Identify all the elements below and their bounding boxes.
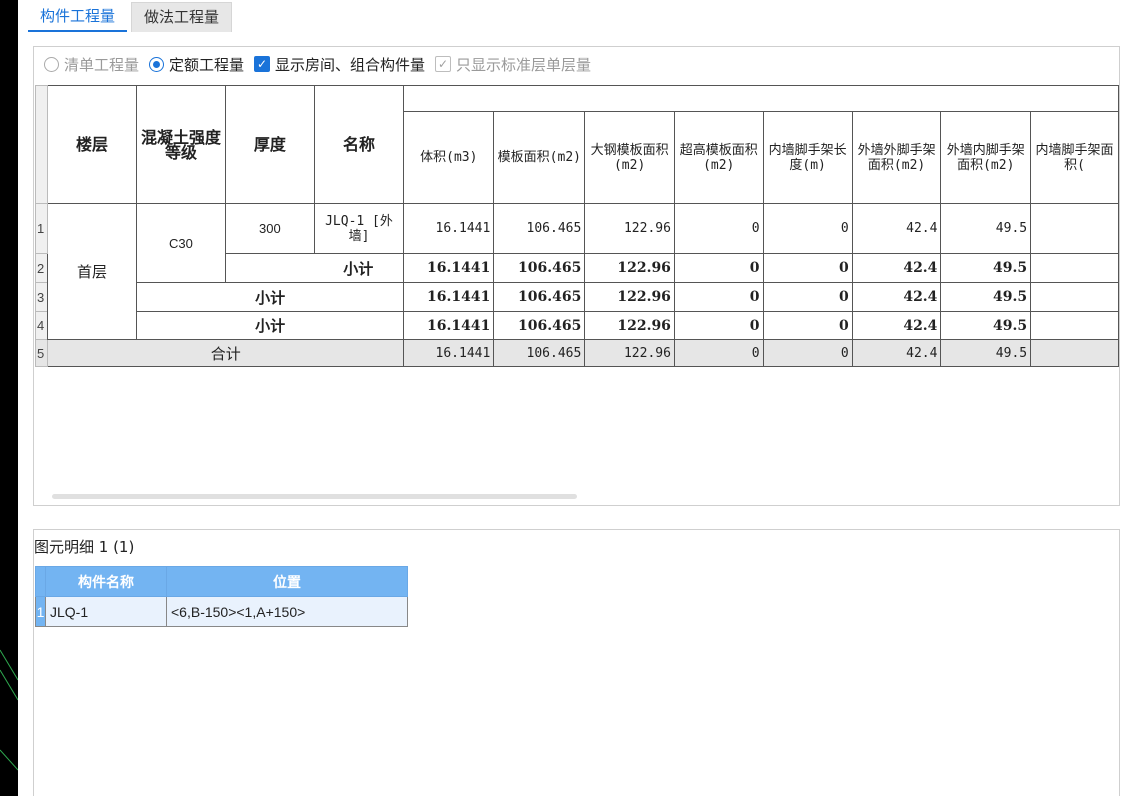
drawing-area-edge	[0, 0, 18, 796]
cell-total[interactable]: 合计	[47, 339, 405, 367]
header-formwork[interactable]: 模板面积(m2)	[493, 111, 586, 204]
header-inner-scaffold-area[interactable]: 内墙脚手架面积(	[1030, 111, 1119, 204]
horizontal-scrollbar[interactable]	[52, 494, 577, 499]
header-volume[interactable]: 体积(m3)	[403, 111, 495, 204]
table-row[interactable]: 4 小计 16.1441 106.465 122.96 0 0 42.4 49.…	[34, 311, 1119, 340]
table-row[interactable]: 1 JLQ-1 <6,B-150><1,A+150>	[35, 596, 408, 627]
cell-subtotal[interactable]: 小计	[135, 282, 405, 312]
cell-thickness[interactable]: 300	[225, 203, 315, 254]
table-row[interactable]: 3 小计 16.1441 106.465 122.96 0 0 42.4 49.…	[34, 282, 1119, 312]
header-outer-inner-scaffold[interactable]: 外墙内脚手架面积(m2)	[940, 111, 1032, 204]
header-inner-scaffold-length[interactable]: 内墙脚手架长度(m)	[762, 111, 853, 204]
header-position[interactable]: 位置	[166, 566, 408, 597]
tab-method-quantity[interactable]: 做法工程量	[131, 2, 233, 32]
header-grade[interactable]: 混凝土强度等级	[135, 85, 227, 204]
tab-bar: 构件工程量 做法工程量	[28, 2, 233, 32]
quantity-panel: 清单工程量 定额工程量 ✓ 显示房间、组合构件量 ✓ 只显示标准层单层量 楼层 …	[33, 46, 1120, 506]
element-detail-title: 图元明细 1 (1)	[34, 538, 135, 556]
cell-subtotal[interactable]: 小计	[225, 253, 405, 283]
radio-on-icon	[149, 56, 165, 72]
header-floor[interactable]: 楼层	[47, 85, 137, 204]
checkbox-standard-floor: ✓ 只显示标准层单层量	[435, 54, 591, 75]
quantity-table: 楼层 混凝土强度等级 厚度 名称 体积(m3) 模板面积(m2) 大钢模板面积(…	[34, 85, 1119, 367]
cell-component-name[interactable]: JLQ-1	[45, 596, 167, 627]
radio-quota-quantity[interactable]: 定额工程量	[149, 54, 244, 75]
cell-floor[interactable]: 首层	[47, 203, 137, 340]
checkbox-show-rooms[interactable]: ✓ 显示房间、组合构件量	[254, 54, 425, 75]
cell-name[interactable]: JLQ-1 [外墙]	[313, 203, 405, 254]
cell-grade[interactable]: C30	[135, 203, 227, 283]
drawing-lines	[0, 649, 18, 771]
tab-component-quantity[interactable]: 构件工程量	[28, 2, 128, 32]
header-component-name[interactable]: 构件名称	[45, 566, 167, 597]
header-steel-formwork[interactable]: 大钢模板面积(m2)	[584, 111, 675, 204]
radio-list-quantity[interactable]: 清单工程量	[44, 54, 139, 75]
table-row-total[interactable]: 5 合计 16.1441 106.465 122.96 0 0 42.4 49.…	[34, 339, 1119, 367]
checkbox-disabled-icon: ✓	[435, 56, 452, 72]
header-super-high[interactable]: 超高模板面积(m2)	[673, 111, 764, 204]
cell-position[interactable]: <6,B-150><1,A+150>	[166, 596, 408, 627]
radio-off-icon	[44, 56, 59, 72]
header-name[interactable]: 名称	[313, 85, 405, 204]
options-bar: 清单工程量 定额工程量 ✓ 显示房间、组合构件量 ✓ 只显示标准层单层量	[44, 53, 601, 75]
header-thickness[interactable]: 厚度	[225, 85, 315, 204]
table-row[interactable]: 1 首层 C30 300 JLQ-1 [外墙] 16.1441 106.465 …	[34, 203, 1119, 340]
element-detail-table: 构件名称 位置 1 JLQ-1 <6,B-150><1,A+150>	[35, 566, 408, 627]
header-outer-outer-scaffold[interactable]: 外墙外脚手架面积(m2)	[851, 111, 942, 204]
checkbox-checked-icon: ✓	[254, 56, 271, 72]
cell-subtotal[interactable]: 小计	[135, 311, 405, 340]
